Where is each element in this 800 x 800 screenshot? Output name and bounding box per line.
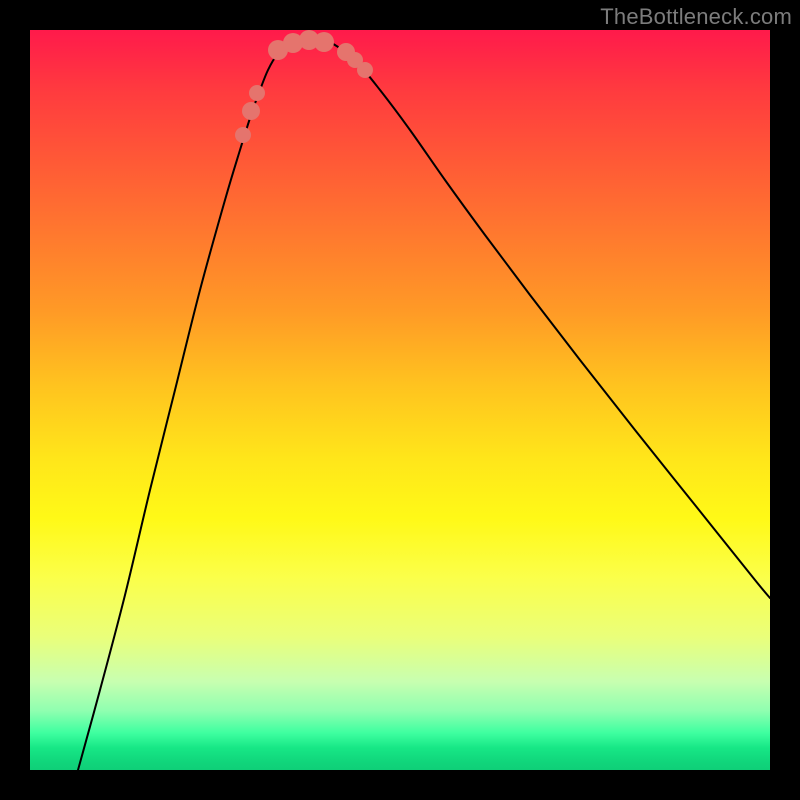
curve-marker: [242, 102, 260, 120]
chart-frame: TheBottleneck.com: [0, 0, 800, 800]
curve-markers: [235, 30, 373, 143]
curve-marker: [357, 62, 373, 78]
plot-area: [30, 30, 770, 770]
curve-marker: [249, 85, 265, 101]
watermark-text: TheBottleneck.com: [600, 4, 792, 30]
curve-marker: [235, 127, 251, 143]
bottleneck-curve: [78, 37, 770, 770]
curve-layer: [30, 30, 770, 770]
curve-marker: [314, 32, 334, 52]
